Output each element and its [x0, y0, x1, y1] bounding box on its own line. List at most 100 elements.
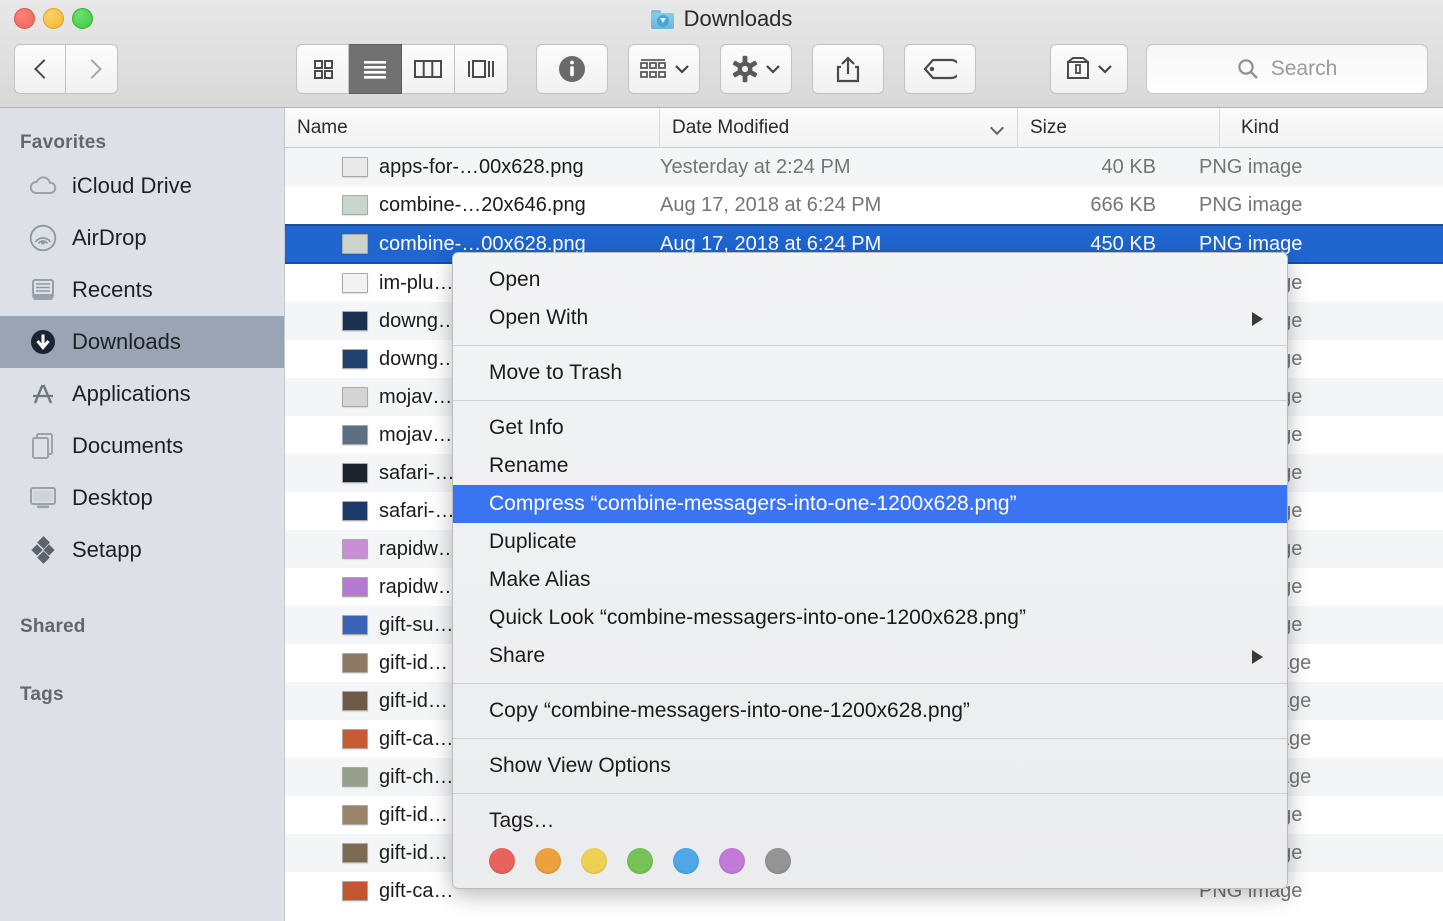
sidebar-item-label: Documents: [72, 433, 183, 459]
page-title: Downloads: [684, 6, 793, 32]
gallery-view-button[interactable]: [455, 44, 508, 94]
finder-window: Downloads: [0, 0, 1443, 921]
navigation-buttons: [14, 44, 118, 94]
action-button[interactable]: [720, 44, 792, 94]
menu-item-label: Rename: [489, 454, 568, 478]
column-header-kind[interactable]: Kind: [1220, 108, 1442, 148]
back-button[interactable]: [14, 44, 66, 94]
search-input[interactable]: Search: [1146, 44, 1428, 94]
forward-button[interactable]: [66, 44, 118, 94]
sidebar-item-recents[interactable]: Recents: [0, 264, 284, 316]
tag-color-dot-3[interactable]: [627, 848, 653, 874]
file-thumbnail-icon: [342, 729, 368, 749]
sidebar-item-desktop[interactable]: Desktop: [0, 472, 284, 524]
chevron-down-icon: [674, 64, 690, 74]
menu-item[interactable]: Move to Trash: [453, 354, 1287, 392]
info-button[interactable]: [536, 44, 608, 94]
column-header-name[interactable]: Name: [285, 108, 660, 148]
grid-icon: [311, 57, 335, 81]
arrange-button[interactable]: [628, 44, 700, 94]
sidebar-item-label: Desktop: [72, 485, 153, 511]
column-view-button[interactable]: [402, 44, 455, 94]
file-name-label: im-plu…: [379, 272, 453, 295]
sidebar-item-documents[interactable]: Documents: [0, 420, 284, 472]
file-name-label: rapidw…: [379, 576, 458, 599]
menu-item-label: Quick Look “combine-messagers-into-one-1…: [489, 606, 1026, 630]
window-title-bar: Downloads: [0, 2, 1443, 36]
dropbox-button[interactable]: [1050, 44, 1128, 94]
sidebar-item-label: Downloads: [72, 329, 181, 355]
menu-separator: [453, 400, 1287, 401]
edit-tags-button[interactable]: [904, 44, 976, 94]
list-view-button[interactable]: [349, 44, 402, 94]
file-thumbnail-icon: [342, 881, 368, 901]
file-thumbnail-icon: [342, 463, 368, 483]
file-thumbnail-icon: [342, 577, 368, 597]
file-thumbnail-icon: [342, 843, 368, 863]
sidebar-item-setapp[interactable]: Setapp: [0, 524, 284, 576]
menu-separator: [453, 683, 1287, 684]
menu-item[interactable]: Open With: [453, 299, 1287, 337]
file-name-label: gift-id…: [379, 690, 448, 713]
file-name-label: mojav…: [379, 424, 452, 447]
menu-item[interactable]: Share: [453, 637, 1287, 675]
icon-view-button[interactable]: [296, 44, 349, 94]
context-menu[interactable]: Open Open With Move to Trash Get Info Rename…: [452, 252, 1288, 889]
setapp-diamond-icon: [28, 535, 58, 565]
file-name-label: gift-ch…: [379, 766, 453, 789]
file-thumbnail-icon: [342, 157, 368, 177]
sidebar-item-label: AirDrop: [72, 225, 147, 251]
sidebar-section-favorites-header: Favorites: [0, 122, 284, 160]
table-row[interactable]: combine-…20x646.pngAug 17, 2018 at 6:24 …: [285, 186, 1443, 224]
file-kind-cell: PNG image: [1178, 194, 1398, 217]
menu-item[interactable]: Copy “combine-messagers-into-one-1200x62…: [453, 692, 1287, 730]
share-button[interactable]: [812, 44, 884, 94]
search-icon: [1237, 58, 1259, 80]
file-name-label: gift-ca…: [379, 728, 453, 751]
sidebar-item-applications[interactable]: Applications: [0, 368, 284, 420]
tag-color-dot-6[interactable]: [765, 848, 791, 874]
sidebar-item-icloud-drive[interactable]: iCloud Drive: [0, 160, 284, 212]
menu-item-label: Open With: [489, 306, 588, 330]
tag-color-dot-4[interactable]: [673, 848, 699, 874]
tag-color-dot-2[interactable]: [581, 848, 607, 874]
submenu-arrow-icon: [1252, 312, 1263, 326]
tag-icon: [923, 58, 957, 80]
file-name-label: apps-for-…00x628.png: [379, 156, 584, 179]
file-thumbnail-icon: [342, 615, 368, 635]
menu-item[interactable]: Quick Look “combine-messagers-into-one-1…: [453, 599, 1287, 637]
file-name-label: safari-…: [379, 500, 455, 523]
search-placeholder: Search: [1271, 57, 1338, 81]
arrange-grid-icon: [638, 57, 668, 81]
tag-color-dot-1[interactable]: [535, 848, 561, 874]
file-size-cell: 40 KB: [1018, 156, 1178, 179]
file-kind-cell: PNG image: [1178, 156, 1398, 179]
tag-color-dot-5[interactable]: [719, 848, 745, 874]
table-row[interactable]: apps-for-…00x628.pngYesterday at 2:24 PM…: [285, 148, 1443, 186]
sidebar-item-downloads[interactable]: Downloads: [0, 316, 284, 368]
columns-icon: [414, 59, 442, 79]
chevron-left-icon: [34, 58, 47, 80]
column-header-date-modified[interactable]: Date Modified: [660, 108, 1018, 148]
file-thumbnail-icon: [342, 501, 368, 521]
menu-item[interactable]: Duplicate: [453, 523, 1287, 561]
menu-item[interactable]: Tags…: [453, 802, 1287, 840]
menu-item[interactable]: Compress “combine-messagers-into-one-120…: [453, 485, 1287, 523]
sidebar-item-airdrop[interactable]: AirDrop: [0, 212, 284, 264]
sidebar-item-label: Recents: [72, 277, 153, 303]
tag-color-row: [453, 840, 1287, 888]
column-header-size[interactable]: Size: [1018, 108, 1220, 148]
menu-item[interactable]: Rename: [453, 447, 1287, 485]
tag-color-dot-0[interactable]: [489, 848, 515, 874]
menu-separator: [453, 345, 1287, 346]
cloud-icon: [28, 171, 58, 201]
menu-item[interactable]: Get Info: [453, 409, 1287, 447]
chevron-down-icon: [1097, 64, 1113, 74]
file-name-label: combine-…20x646.png: [379, 194, 586, 217]
chevron-right-icon: [85, 58, 98, 80]
menu-item[interactable]: Open: [453, 261, 1287, 299]
menu-item[interactable]: Make Alias: [453, 561, 1287, 599]
recents-clock-icon: [28, 275, 58, 305]
menu-item[interactable]: Show View Options: [453, 747, 1287, 785]
submenu-arrow-icon: [1252, 650, 1263, 664]
